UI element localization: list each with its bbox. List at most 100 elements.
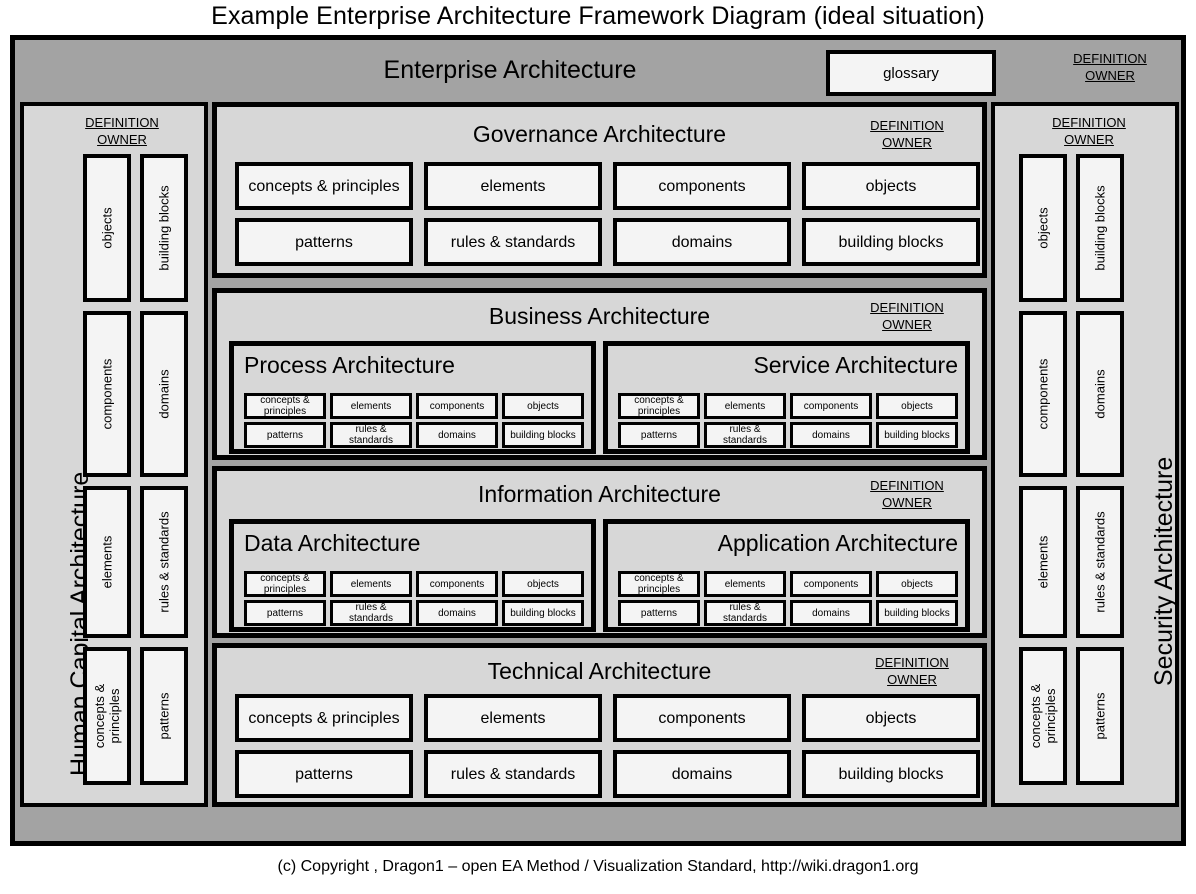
- data-box-objects[interactable]: objects: [502, 571, 584, 597]
- technical-box-objects[interactable]: objects: [802, 694, 980, 742]
- human-capital-box-elements[interactable]: elements: [83, 486, 131, 638]
- security-box-concepts-principles[interactable]: concepts & principles: [1019, 647, 1067, 785]
- service-box-domains[interactable]: domains: [790, 422, 872, 448]
- governance-box-rules-standards[interactable]: rules & standards: [424, 218, 602, 266]
- data-box-components[interactable]: components: [416, 571, 498, 597]
- security-box-components[interactable]: components: [1019, 311, 1067, 477]
- governance-box-building-blocks[interactable]: building blocks: [802, 218, 980, 266]
- application-box-objects[interactable]: objects: [876, 571, 958, 597]
- technical-box-patterns[interactable]: patterns: [235, 750, 413, 798]
- box-label: patterns: [266, 429, 304, 441]
- definition-owner-line2: OWNER: [882, 317, 932, 332]
- process-box-domains[interactable]: domains: [416, 422, 498, 448]
- governance-box-objects[interactable]: objects: [802, 162, 980, 210]
- security-box-objects[interactable]: objects: [1019, 154, 1067, 302]
- data-box-building-blocks[interactable]: building blocks: [502, 600, 584, 626]
- service-box-building-blocks[interactable]: building blocks: [876, 422, 958, 448]
- box-label: building blocks: [838, 233, 944, 251]
- technical-box-components[interactable]: components: [613, 694, 791, 742]
- technical-box-concepts-principles[interactable]: concepts & principles: [235, 694, 413, 742]
- box-label: building blocks: [838, 765, 944, 783]
- box-label: objects: [901, 578, 933, 590]
- data-box-elements[interactable]: elements: [330, 571, 412, 597]
- technical-box-domains[interactable]: domains: [613, 750, 791, 798]
- data-box-concepts-principles[interactable]: concepts & principles: [244, 571, 326, 597]
- box-label: objects: [865, 177, 917, 195]
- process-box-patterns[interactable]: patterns: [244, 422, 326, 448]
- data-box-domains[interactable]: domains: [416, 600, 498, 626]
- process-box-components[interactable]: components: [416, 393, 498, 419]
- box-label: domains: [438, 607, 476, 619]
- application-box-patterns[interactable]: patterns: [618, 600, 700, 626]
- definition-owner-line2: OWNER: [882, 135, 932, 150]
- definition-owner-line2: OWNER: [887, 672, 937, 687]
- security-box-domains[interactable]: domains: [1076, 311, 1124, 477]
- human-capital-box-objects[interactable]: objects: [83, 154, 131, 302]
- security-architecture-panel: DEFINITION OWNER Security Architecture o…: [991, 102, 1179, 807]
- box-label: objects: [527, 400, 559, 412]
- box-label: domains: [156, 369, 172, 419]
- box-label: rules & standards: [450, 765, 576, 783]
- governance-box-domains[interactable]: domains: [613, 218, 791, 266]
- security-box-building-blocks[interactable]: building blocks: [1076, 154, 1124, 302]
- governance-box-components[interactable]: components: [613, 162, 791, 210]
- human-capital-box-domains[interactable]: domains: [140, 311, 188, 477]
- definition-owner-human-capital: DEFINITION OWNER: [62, 114, 182, 148]
- data-architecture-subpanel: Data Architecture concepts & principles …: [229, 519, 596, 632]
- box-label: patterns: [640, 607, 678, 619]
- human-capital-box-components[interactable]: components: [83, 311, 131, 477]
- box-label: building blocks: [156, 185, 172, 271]
- service-box-rules-standards[interactable]: rules & standards: [704, 422, 786, 448]
- application-box-rules-standards[interactable]: rules & standards: [704, 600, 786, 626]
- process-box-rules-standards[interactable]: rules & standards: [330, 422, 412, 448]
- box-label: concepts & principles: [260, 573, 310, 595]
- security-box-patterns[interactable]: patterns: [1076, 647, 1124, 785]
- technical-box-building-blocks[interactable]: building blocks: [802, 750, 980, 798]
- technical-box-rules-standards[interactable]: rules & standards: [424, 750, 602, 798]
- definition-owner-line1: DEFINITION: [875, 655, 949, 670]
- service-box-elements[interactable]: elements: [704, 393, 786, 419]
- box-label: domains: [1092, 369, 1108, 419]
- human-capital-box-concepts-principles[interactable]: concepts & principles: [83, 647, 131, 785]
- security-box-elements[interactable]: elements: [1019, 486, 1067, 638]
- human-capital-box-patterns[interactable]: patterns: [140, 647, 188, 785]
- process-box-concepts-principles[interactable]: concepts & principles: [244, 393, 326, 419]
- service-box-objects[interactable]: objects: [876, 393, 958, 419]
- security-box-rules-standards[interactable]: rules & standards: [1076, 486, 1124, 638]
- service-box-patterns[interactable]: patterns: [618, 422, 700, 448]
- box-label: elements: [724, 578, 766, 590]
- process-box-building-blocks[interactable]: building blocks: [502, 422, 584, 448]
- glossary-box[interactable]: glossary: [826, 50, 996, 96]
- human-capital-box-rules-standards[interactable]: rules & standards: [140, 486, 188, 638]
- human-capital-box-building-blocks[interactable]: building blocks: [140, 154, 188, 302]
- definition-owner-line1: DEFINITION: [1052, 115, 1126, 130]
- process-box-elements[interactable]: elements: [330, 393, 412, 419]
- box-label: elements: [1035, 535, 1051, 589]
- box-label: objects: [1035, 207, 1051, 249]
- box-label: concepts & principles: [92, 683, 122, 749]
- box-label: components: [429, 400, 485, 412]
- application-box-components[interactable]: components: [790, 571, 872, 597]
- box-label: concepts & principles: [634, 573, 684, 595]
- box-label: concepts & principles: [260, 395, 310, 417]
- box-label: domains: [438, 429, 476, 441]
- copyright-footer: (c) Copyright , Dragon1 – open EA Method…: [277, 858, 919, 875]
- enterprise-architecture-title: Enterprise Architecture: [383, 56, 637, 84]
- governance-box-concepts-principles[interactable]: concepts & principles: [235, 162, 413, 210]
- definition-owner-line1: DEFINITION: [870, 118, 944, 133]
- application-box-domains[interactable]: domains: [790, 600, 872, 626]
- technical-box-elements[interactable]: elements: [424, 694, 602, 742]
- governance-box-elements[interactable]: elements: [424, 162, 602, 210]
- governance-box-patterns[interactable]: patterns: [235, 218, 413, 266]
- application-box-concepts-principles[interactable]: concepts & principles: [618, 571, 700, 597]
- service-box-components[interactable]: components: [790, 393, 872, 419]
- data-box-patterns[interactable]: patterns: [244, 600, 326, 626]
- enterprise-architecture-band: Enterprise Architecture glossary DEFINIT…: [10, 40, 1186, 102]
- process-box-objects[interactable]: objects: [502, 393, 584, 419]
- service-box-concepts-principles[interactable]: concepts & principles: [618, 393, 700, 419]
- application-box-building-blocks[interactable]: building blocks: [876, 600, 958, 626]
- application-box-elements[interactable]: elements: [704, 571, 786, 597]
- box-label: domains: [671, 765, 733, 783]
- definition-owner-line2: OWNER: [97, 132, 147, 147]
- data-box-rules-standards[interactable]: rules & standards: [330, 600, 412, 626]
